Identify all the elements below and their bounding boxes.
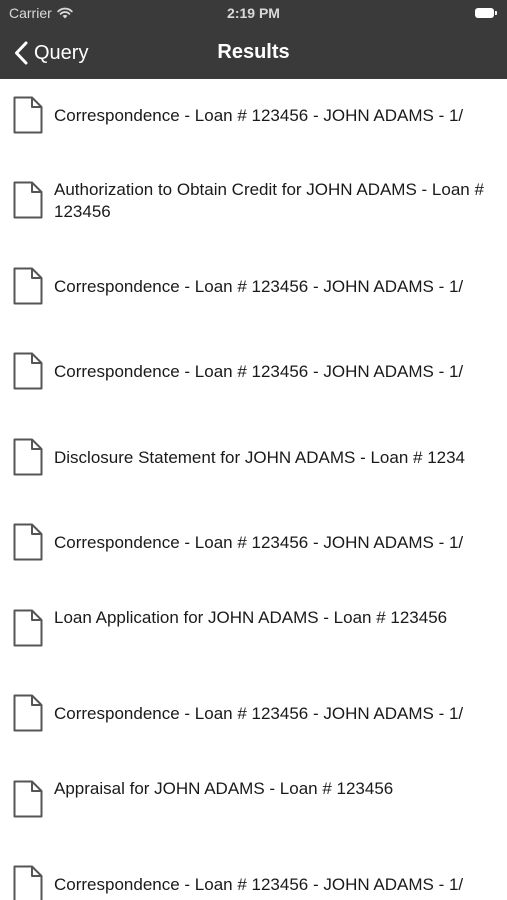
result-row[interactable]: Correspondence - Loan # 123456 - JOHN AD… (0, 335, 507, 420)
result-row[interactable]: Correspondence - Loan # 123456 - JOHN AD… (0, 506, 507, 591)
result-row-label: Correspondence - Loan # 123456 - JOHN AD… (54, 277, 464, 296)
results-list: Correspondence - Loan # 123456 - JOHN AD… (0, 79, 507, 900)
document-icon (13, 780, 43, 818)
document-icon (13, 352, 43, 390)
document-icon (13, 181, 43, 219)
status-bar: Carrier 2:19 PM (0, 0, 507, 28)
battery-icon (475, 7, 497, 18)
result-row[interactable]: Disclosure Statement for JOHN ADAMS - Lo… (0, 421, 507, 506)
document-icon (13, 523, 43, 561)
result-row[interactable]: Correspondence - Loan # 123456 - JOHN AD… (0, 250, 507, 335)
document-icon (13, 96, 43, 134)
document-icon (13, 694, 43, 732)
page-title: Results (217, 41, 290, 63)
status-time: 2:19 PM (227, 5, 280, 21)
result-row[interactable]: Correspondence - Loan # 123456 - JOHN AD… (0, 79, 507, 164)
result-row-label: Correspondence - Loan # 123456 - JOHN AD… (54, 106, 464, 125)
document-icon (13, 865, 43, 900)
document-icon (13, 438, 43, 476)
result-row[interactable]: Loan Application for JOHN ADAMS - Loan #… (0, 592, 507, 677)
result-row-label: Appraisal for JOHN ADAMS - Loan # 123456 (54, 779, 394, 798)
result-row[interactable]: Authorization to Obtain Credit for JOHN … (0, 164, 507, 249)
result-row[interactable]: Correspondence - Loan # 123456 - JOHN AD… (0, 848, 507, 900)
result-row-label: Correspondence - Loan # 123456 - JOHN AD… (54, 362, 464, 381)
header: Carrier 2:19 PM Query Results (0, 0, 507, 79)
result-row-label: Correspondence - Loan # 123456 - JOHN AD… (54, 533, 464, 552)
result-row[interactable]: Appraisal for JOHN ADAMS - Loan # 123456 (0, 763, 507, 848)
result-row-label: Disclosure Statement for JOHN ADAMS - Lo… (54, 448, 466, 467)
result-row-label: Correspondence - Loan # 123456 - JOHN AD… (54, 875, 464, 894)
result-row-label: Authorization to Obtain Credit for JOHN … (54, 180, 484, 221)
document-icon (13, 267, 43, 305)
result-row-label: Loan Application for JOHN ADAMS - Loan #… (54, 608, 448, 627)
navigation-bar: Query Results (0, 28, 507, 79)
document-icon (13, 609, 43, 647)
result-row[interactable]: Correspondence - Loan # 123456 - JOHN AD… (0, 677, 507, 762)
result-row-label: Correspondence - Loan # 123456 - JOHN AD… (54, 704, 464, 723)
